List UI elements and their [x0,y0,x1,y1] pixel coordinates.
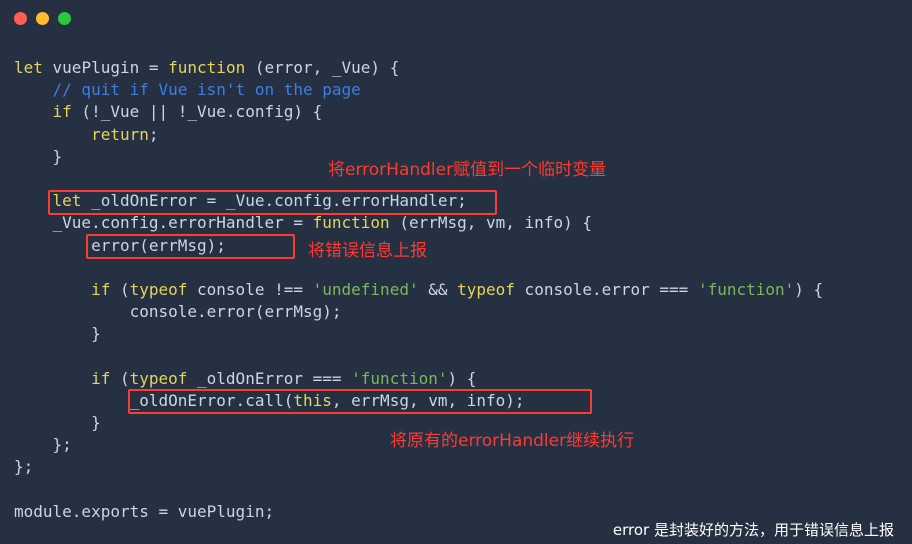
code-token: ; [148,124,159,144]
close-dot[interactable] [14,12,27,25]
code-token: // quit if Vue isn't on the page [14,80,361,100]
code-token: 'undefined' [312,279,419,299]
code-line: if (typeof console !== 'undefined' && ty… [14,279,823,301]
code-token: if [91,279,111,299]
code-token: } [14,146,63,166]
code-token: if [91,368,111,388]
code-token: let [14,58,43,77]
annotation-continue: 将原有的errorHandler继续执行 [390,431,635,451]
code-token: }; [14,435,72,455]
code-line: if (!_Vue || !_Vue.config) { [14,101,823,123]
code-line: } [14,323,823,345]
code-token: }; [14,457,34,477]
code-token: module.exports = vuePlugin; [14,501,275,521]
code-token: _Vue.config.errorHandler = [14,213,313,233]
code-token: } [14,324,101,344]
highlight-box-error-call [86,234,295,259]
code-token: console.error(errMsg); [14,302,342,322]
code-line: console.error(errMsg); [14,301,823,323]
code-block: let vuePlugin = function (error, _Vue) {… [14,57,823,523]
code-token: _oldOnError === [187,368,352,388]
minimize-dot[interactable] [36,12,49,25]
code-token: ( [110,368,130,388]
code-token: ) { [794,279,824,299]
code-token: (error, _Vue) { [245,58,400,77]
code-token: console !== [187,279,313,299]
code-line: return; [14,124,823,146]
code-token: (!_Vue || !_Vue.config) { [71,102,323,122]
caption: error 是封装好的方法，用于错误信息上报 [612,521,894,539]
code-token: return [91,124,149,144]
code-token: ) { [447,368,477,388]
code-token: (errMsg, vm, info) { [389,213,592,233]
code-window: let vuePlugin = function (error, _Vue) {… [0,0,912,544]
code-token: } [14,413,101,432]
code-token: typeof [129,368,188,388]
code-line: // quit if Vue isn't on the page [14,79,823,101]
code-token: if [52,102,72,122]
code-token: console.error === [514,279,698,299]
code-token: typeof [129,279,188,299]
code-line: if (typeof _oldOnError === 'function') { [14,368,823,390]
code-token: 'function' [351,368,448,388]
code-line: }; [14,456,823,478]
code-line: _Vue.config.errorHandler = function (err… [14,212,823,234]
code-token: function [312,213,390,233]
code-token: 'function' [697,279,795,299]
annotation-assign: 将errorHandler赋值到一个临时变量 [328,160,607,180]
code-token: vuePlugin = [42,58,169,77]
window-controls [14,12,71,25]
code-token: typeof [457,279,515,299]
code-line: let vuePlugin = function (error, _Vue) { [14,57,823,79]
zoom-dot[interactable] [58,12,71,25]
code-token: && [418,279,458,299]
code-token: function [168,58,246,77]
annotation-report: 将错误信息上报 [308,241,427,261]
code-token: ( [110,279,130,299]
highlight-box-old-handler [48,190,497,215]
highlight-box-old-call [128,389,592,414]
